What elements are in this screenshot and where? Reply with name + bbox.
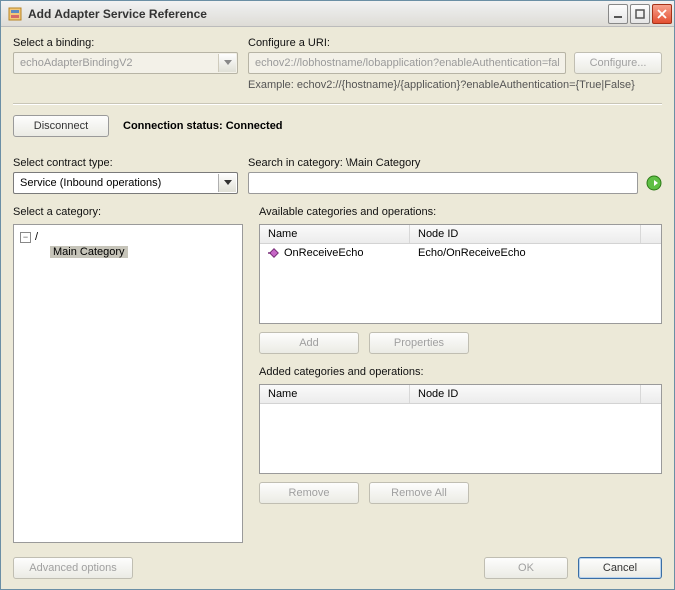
- contract-search-row: Select contract type: Service (Inbound o…: [13, 157, 662, 194]
- row-name: OnReceiveEcho: [284, 247, 364, 259]
- configure-button[interactable]: Configure...: [574, 52, 662, 74]
- contract-section: Select contract type: Service (Inbound o…: [13, 157, 238, 194]
- search-label: Search in category: \Main Category: [248, 157, 662, 169]
- col-name[interactable]: Name: [260, 225, 410, 243]
- tree-root-label: /: [35, 231, 38, 243]
- contract-combo[interactable]: Service (Inbound operations): [13, 172, 238, 194]
- operation-icon: [268, 247, 280, 259]
- added-label: Added categories and operations:: [259, 366, 662, 378]
- bottom-row: Advanced options OK Cancel: [13, 557, 662, 579]
- added-list[interactable]: Name Node ID: [259, 384, 662, 474]
- ok-button[interactable]: OK: [484, 557, 568, 579]
- category-label: Select a category:: [13, 206, 243, 218]
- added-buttons: Remove Remove All: [259, 482, 662, 504]
- col-nodeid[interactable]: Node ID: [410, 385, 641, 403]
- available-list[interactable]: Name Node ID OnReceiveEc: [259, 224, 662, 324]
- remove-all-button[interactable]: Remove All: [369, 482, 469, 504]
- category-tree[interactable]: − / Main Category: [13, 224, 243, 543]
- tree-child[interactable]: Main Category: [50, 246, 236, 258]
- connection-status-label: Connection status:: [123, 120, 223, 132]
- binding-combo[interactable]: echoAdapterBindingV2: [13, 52, 238, 74]
- col-spacer: [641, 225, 661, 243]
- available-header: Name Node ID: [260, 225, 661, 244]
- go-icon[interactable]: [646, 175, 662, 191]
- uri-example: Example: echov2://{hostname}/{applicatio…: [248, 79, 662, 91]
- search-input[interactable]: [248, 172, 638, 194]
- col-spacer: [641, 385, 661, 403]
- connection-row: Disconnect Connection status: Connected: [13, 115, 662, 137]
- minimize-button[interactable]: [608, 4, 628, 24]
- window: Add Adapter Service Reference Select a b…: [0, 0, 675, 590]
- advanced-button[interactable]: Advanced options: [13, 557, 133, 579]
- available-buttons: Add Properties: [259, 332, 662, 354]
- col-name[interactable]: Name: [260, 385, 410, 403]
- binding-label: Select a binding:: [13, 37, 238, 49]
- uri-input[interactable]: [248, 52, 566, 74]
- uri-section: Configure a URI: Configure... Example: e…: [248, 37, 662, 91]
- binding-section: Select a binding: echoAdapterBindingV2: [13, 37, 238, 91]
- mid-grid: Select a category: − / Main Category Ava…: [13, 206, 662, 543]
- chevron-down-icon: [218, 174, 236, 192]
- uri-label: Configure a URI:: [248, 37, 662, 49]
- connection-status: Connection status: Connected: [123, 120, 283, 132]
- chevron-down-icon: [218, 54, 236, 72]
- divider: [13, 103, 662, 105]
- app-icon: [7, 6, 23, 22]
- titlebar: Add Adapter Service Reference: [1, 1, 674, 27]
- contract-label: Select contract type:: [13, 157, 238, 169]
- connection-status-value: Connected: [226, 120, 283, 132]
- binding-value: echoAdapterBindingV2: [20, 57, 133, 69]
- properties-button[interactable]: Properties: [369, 332, 469, 354]
- search-section: Search in category: \Main Category: [248, 157, 662, 194]
- row-nodeid: Echo/OnReceiveEcho: [410, 244, 661, 262]
- window-buttons: [608, 4, 672, 24]
- top-grid: Select a binding: echoAdapterBindingV2 C…: [13, 37, 662, 91]
- remove-button[interactable]: Remove: [259, 482, 359, 504]
- window-title: Add Adapter Service Reference: [28, 7, 608, 21]
- col-nodeid[interactable]: Node ID: [410, 225, 641, 243]
- category-section: Select a category: − / Main Category: [13, 206, 243, 543]
- tree-toggle-icon[interactable]: −: [20, 232, 31, 243]
- contract-value: Service (Inbound operations): [20, 177, 161, 189]
- tree-selected-label: Main Category: [50, 246, 128, 258]
- disconnect-button[interactable]: Disconnect: [13, 115, 109, 137]
- list-item[interactable]: OnReceiveEcho Echo/OnReceiveEcho: [260, 244, 661, 262]
- added-header: Name Node ID: [260, 385, 661, 404]
- add-button[interactable]: Add: [259, 332, 359, 354]
- maximize-button[interactable]: [630, 4, 650, 24]
- cancel-button[interactable]: Cancel: [578, 557, 662, 579]
- close-button[interactable]: [652, 4, 672, 24]
- tree-root[interactable]: − /: [20, 231, 236, 243]
- operations-section: Available categories and operations: Nam…: [259, 206, 662, 543]
- client-area: Select a binding: echoAdapterBindingV2 C…: [1, 27, 674, 589]
- available-label: Available categories and operations:: [259, 206, 662, 218]
